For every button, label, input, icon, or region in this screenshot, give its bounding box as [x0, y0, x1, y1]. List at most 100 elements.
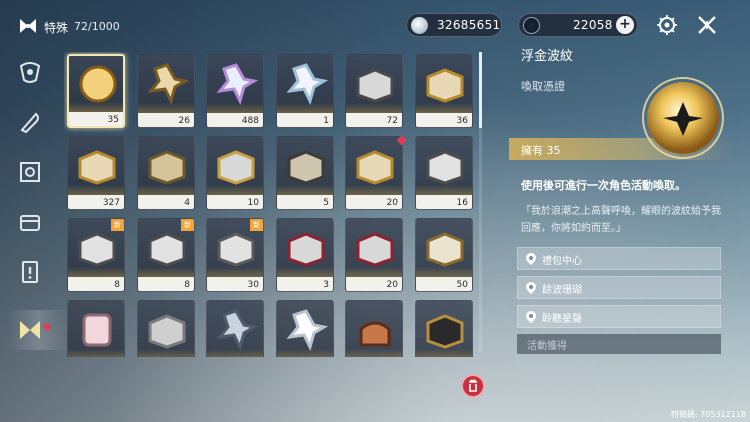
- butterfly-special-icon: [20, 321, 40, 339]
- silver-chest-emblem-icon: [78, 232, 116, 267]
- inventory-slot[interactable]: 50: [415, 218, 473, 292]
- owned-count: 擁有 35: [521, 144, 561, 157]
- source-section-label: 活動獲得: [527, 341, 567, 352]
- inventory-slot[interactable]: 20: [345, 218, 403, 292]
- grid-scrollbar-thumb[interactable]: [479, 52, 482, 128]
- helm-icon[interactable]: [655, 13, 679, 37]
- inventory-slot[interactable]: [276, 300, 334, 357]
- inventory-slot[interactable]: [415, 300, 473, 357]
- red-chest-icon: [356, 232, 394, 267]
- inventory-slot[interactable]: 8新: [137, 218, 195, 292]
- inventory-slot[interactable]: 20: [345, 136, 403, 210]
- source-gift-center[interactable]: 禮包中心: [517, 247, 721, 270]
- cabinet-chest-icon: [217, 150, 255, 185]
- nav-item-weapon[interactable]: [16, 108, 44, 136]
- inventory-slot[interactable]: 4: [137, 136, 195, 210]
- silver-chest-emblem-icon: [426, 150, 464, 185]
- slot-footer: 35: [69, 112, 123, 126]
- inventory-slot[interactable]: 488: [206, 54, 264, 128]
- location-pin-icon: [526, 311, 536, 323]
- shell-credit-icon: [411, 17, 428, 34]
- item-quantity: 20: [386, 198, 398, 208]
- slot-footer: 50: [416, 277, 472, 291]
- portrait-frame-icon: [20, 162, 40, 182]
- inventory-slot[interactable]: 36: [415, 54, 473, 128]
- inventory-slot[interactable]: 35: [67, 54, 125, 128]
- golden-dagger-icon: [147, 63, 189, 105]
- item-quantity: 20: [386, 280, 398, 290]
- item-quantity: 72: [386, 116, 398, 126]
- chest-box-icon: [20, 215, 40, 231]
- source-label: 餘波珊瑚: [542, 285, 582, 296]
- inventory-slot[interactable]: 72: [345, 54, 403, 128]
- golden-orb-icon: [79, 65, 117, 103]
- gold-chest-icon: [78, 150, 116, 185]
- item-quantity: 5: [323, 198, 329, 208]
- golden-orb-icon: [642, 77, 724, 159]
- nav-item-quest[interactable]: [16, 258, 44, 286]
- discard-button[interactable]: [461, 374, 485, 398]
- astrite-value: 22058: [573, 18, 613, 32]
- source-label: 聆聽星聲: [542, 314, 582, 325]
- inventory-slot[interactable]: 1: [276, 54, 334, 128]
- inventory-grid: 35 26 488 1 72 36 327 4 10 5 20 16 8 新 8 新 30 新 3 20 50: [64, 52, 474, 357]
- item-quantity: 8: [114, 280, 120, 290]
- dragon-emblem-icon: [19, 62, 41, 83]
- inventory-slot[interactable]: 3: [276, 218, 334, 292]
- nav-item-special[interactable]: [16, 316, 44, 344]
- ornate-chest-icon: [148, 150, 186, 185]
- item-quantity: 16: [456, 198, 468, 208]
- item-quantity: 50: [456, 280, 468, 290]
- item-quantity: 36: [456, 116, 468, 126]
- inventory-slot[interactable]: 26: [137, 54, 195, 128]
- slot-footer: 30: [207, 277, 263, 291]
- item-quantity: 488: [241, 116, 259, 126]
- astrite-display: 22058 +: [518, 13, 638, 37]
- category-nav: [8, 52, 68, 352]
- add-astrite-button[interactable]: +: [616, 16, 634, 34]
- nav-item-development[interactable]: [16, 158, 44, 186]
- item-quantity: 1: [323, 116, 329, 126]
- rainbow-coral-icon: [216, 63, 258, 105]
- rainbow-coral-small-icon: [286, 63, 328, 105]
- inventory-slot[interactable]: [137, 300, 195, 357]
- new-badge: 新: [181, 219, 194, 231]
- jar-icon: [82, 313, 112, 347]
- source-section-header: 活動獲得: [517, 334, 721, 354]
- source-star-voice[interactable]: 聆聽星聲: [517, 305, 721, 328]
- inventory-slot[interactable]: 327: [67, 136, 125, 210]
- item-quantity: 8: [184, 280, 190, 290]
- location-pin-icon: [526, 253, 536, 265]
- inventory-slot[interactable]: 16: [415, 136, 473, 210]
- inventory-slot[interactable]: 8新: [67, 218, 125, 292]
- slot-footer: 8: [138, 277, 194, 291]
- gold-silver-chest-icon: [426, 232, 464, 267]
- inventory-slot[interactable]: [345, 300, 403, 357]
- inventory-slot[interactable]: [206, 300, 264, 357]
- item-quantity: 3: [323, 280, 329, 290]
- item-type: 喚取憑證: [521, 80, 565, 93]
- slot-footer: 16: [416, 195, 472, 209]
- slot-footer: 36: [416, 113, 472, 127]
- inventory-slot[interactable]: 5: [276, 136, 334, 210]
- nav-item-resources[interactable]: [16, 208, 44, 236]
- item-quantity: 10: [247, 198, 259, 208]
- slot-footer: 327: [68, 195, 124, 209]
- inventory-slot[interactable]: 10: [206, 136, 264, 210]
- source-afterglow-coral[interactable]: 餘波珊瑚: [517, 276, 721, 299]
- slot-footer: 1: [277, 113, 333, 127]
- item-quantity: 35: [107, 115, 119, 125]
- close-icon[interactable]: [695, 13, 719, 37]
- inventory-count: 72/1000: [74, 20, 120, 33]
- special-category-icon: [20, 19, 36, 33]
- item-quantity: 4: [184, 198, 190, 208]
- inventory-slot[interactable]: 30 新: [206, 218, 264, 292]
- slot-footer: 20: [346, 195, 402, 209]
- slot-footer: 3: [277, 277, 333, 291]
- inventory-slot[interactable]: [67, 300, 125, 357]
- nav-item-echo[interactable]: [16, 58, 44, 86]
- item-flavor-text: 「我於浪潮之上高聲呼喚，耀眼的波紋給予我回應，你將如約而至。」: [521, 206, 721, 234]
- feather-quill-icon: [20, 112, 39, 134]
- item-quantity: 327: [102, 198, 120, 208]
- shell-credit-display: 32685651: [406, 13, 502, 37]
